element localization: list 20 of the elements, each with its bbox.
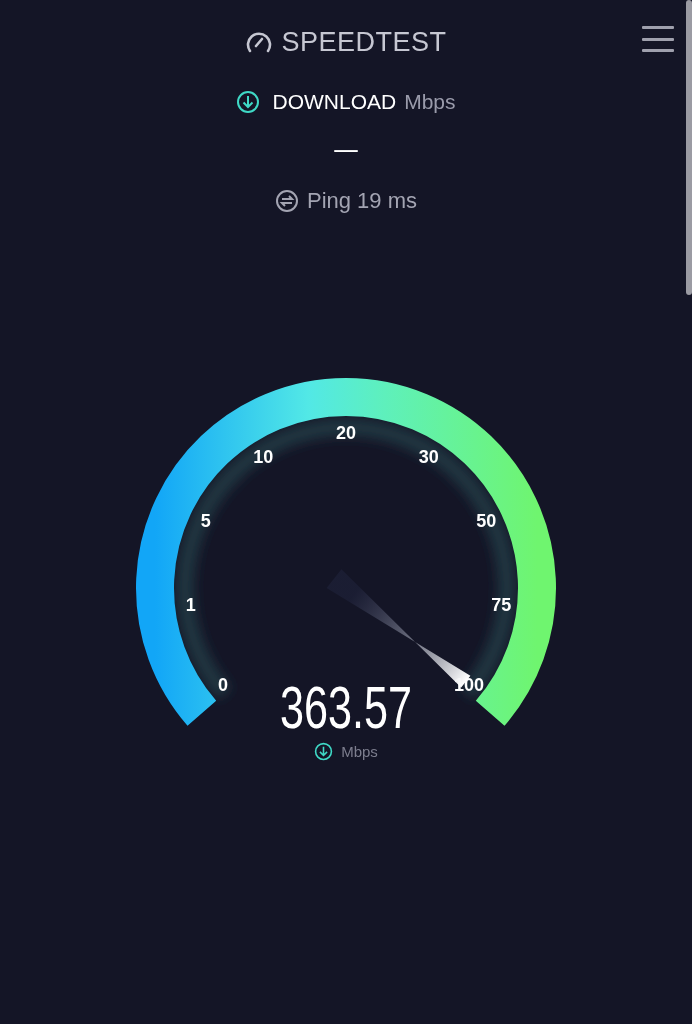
scrollbar[interactable] — [686, 0, 692, 295]
tick-label: 20 — [336, 423, 356, 443]
gauge-icon — [245, 29, 274, 55]
download-icon — [314, 742, 334, 761]
tick-label: 10 — [253, 446, 274, 467]
tick-label: 1 — [185, 595, 196, 616]
ping-icon — [274, 189, 299, 213]
download-value: — — [333, 134, 359, 164]
reading-unit: Mbps — [341, 743, 378, 760]
app-logo: SPEEDTEST — [281, 26, 447, 58]
tick-label: 0 — [218, 675, 229, 696]
test-label: DOWNLOAD — [272, 90, 397, 114]
tick-label: 75 — [491, 595, 512, 616]
unit-label: Mbps — [404, 90, 456, 114]
tick-label: 50 — [476, 510, 497, 531]
ping-label: Ping 19 ms — [306, 188, 418, 214]
tick-label: 30 — [418, 446, 439, 467]
menu-button[interactable] — [642, 26, 674, 52]
tick-label: 5 — [200, 510, 211, 531]
download-icon — [236, 90, 261, 114]
